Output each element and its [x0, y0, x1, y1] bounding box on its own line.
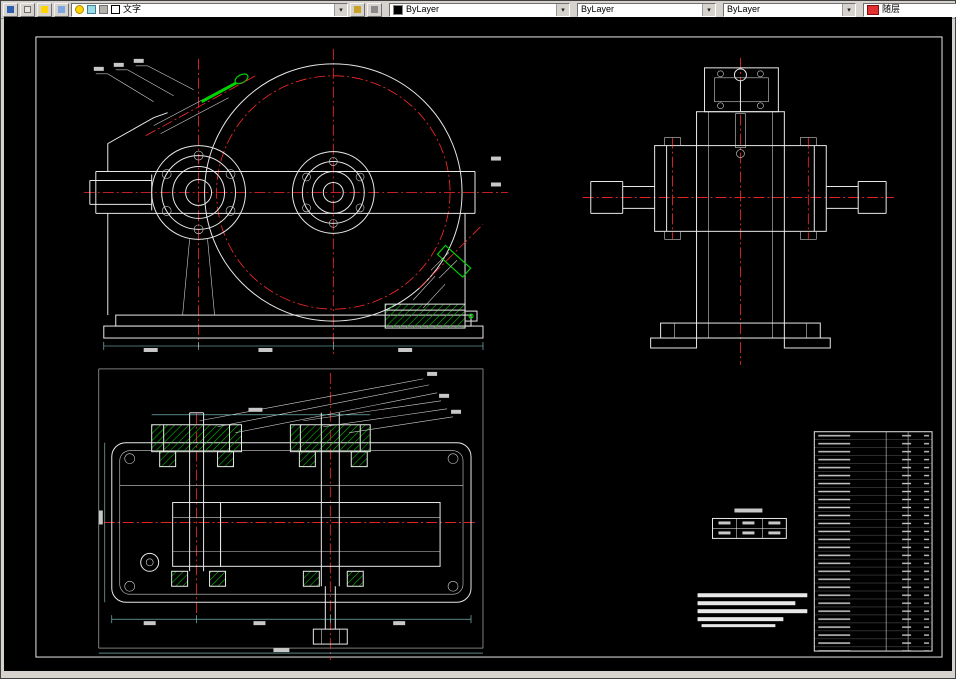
current-layer-name: 文字: [123, 4, 142, 14]
linetype-dropdown-arrow-icon[interactable]: [702, 3, 715, 16]
current-linetype-label: ByLayer: [581, 4, 615, 14]
plotstyle-swatch: [867, 4, 879, 15]
lineweight-combo[interactable]: ByLayer: [723, 2, 856, 17]
layer-current-icon: [41, 6, 48, 13]
plotstyle-combo[interactable]: 随层: [863, 2, 956, 17]
parts-list-table: [813, 431, 933, 652]
gearbox-assembly-drawing: [35, 36, 943, 661]
toolbar-separator: [858, 3, 861, 16]
properties-icon: [371, 6, 378, 13]
color-combo[interactable]: ByLayer: [389, 2, 570, 17]
snap-icon: [7, 6, 14, 13]
layer-combo[interactable]: 文字: [71, 2, 348, 17]
end-elevation-view: [582, 57, 895, 365]
layer-color-swatch: [111, 5, 120, 14]
current-plotstyle-label: 随层: [882, 4, 901, 14]
properties-palette-button[interactable]: [367, 2, 382, 17]
color-dropdown-arrow-icon[interactable]: [556, 3, 569, 16]
layer-manager-button[interactable]: [20, 2, 35, 17]
front-elevation-view: [83, 48, 508, 354]
technical-notes-block: [697, 593, 808, 628]
plan-section-view: [98, 368, 484, 661]
layer-previous-icon: [58, 6, 65, 13]
current-lineweight-label: ByLayer: [727, 4, 761, 14]
linetype-combo[interactable]: ByLayer: [577, 2, 716, 17]
layer-dropdown-arrow-icon[interactable]: [334, 3, 347, 16]
layer-on-icon: [75, 5, 84, 14]
layer-freeze-icon: [87, 5, 96, 14]
layer-previous-button[interactable]: [54, 2, 69, 17]
toolbar-separator: [384, 3, 387, 16]
snap-tool-button[interactable]: [3, 2, 18, 17]
match-properties-button[interactable]: [350, 2, 365, 17]
layer-lock-icon: [99, 5, 108, 14]
lineweight-dropdown-arrow-icon[interactable]: [842, 3, 855, 16]
make-layer-current-button[interactable]: [37, 2, 52, 17]
model-space-canvas[interactable]: [4, 17, 952, 671]
match-properties-icon: [354, 6, 361, 13]
cad-application-window: { "toolbar": { "layer_control": { "value…: [0, 0, 956, 679]
color-swatch: [393, 4, 403, 15]
characteristics-table: [712, 508, 787, 539]
current-color-label: ByLayer: [406, 4, 440, 14]
sheet-border-frame: [35, 36, 943, 658]
toolbar-separator: [572, 3, 575, 16]
toolbar-separator: [718, 3, 721, 16]
layers-icon: [24, 6, 31, 13]
